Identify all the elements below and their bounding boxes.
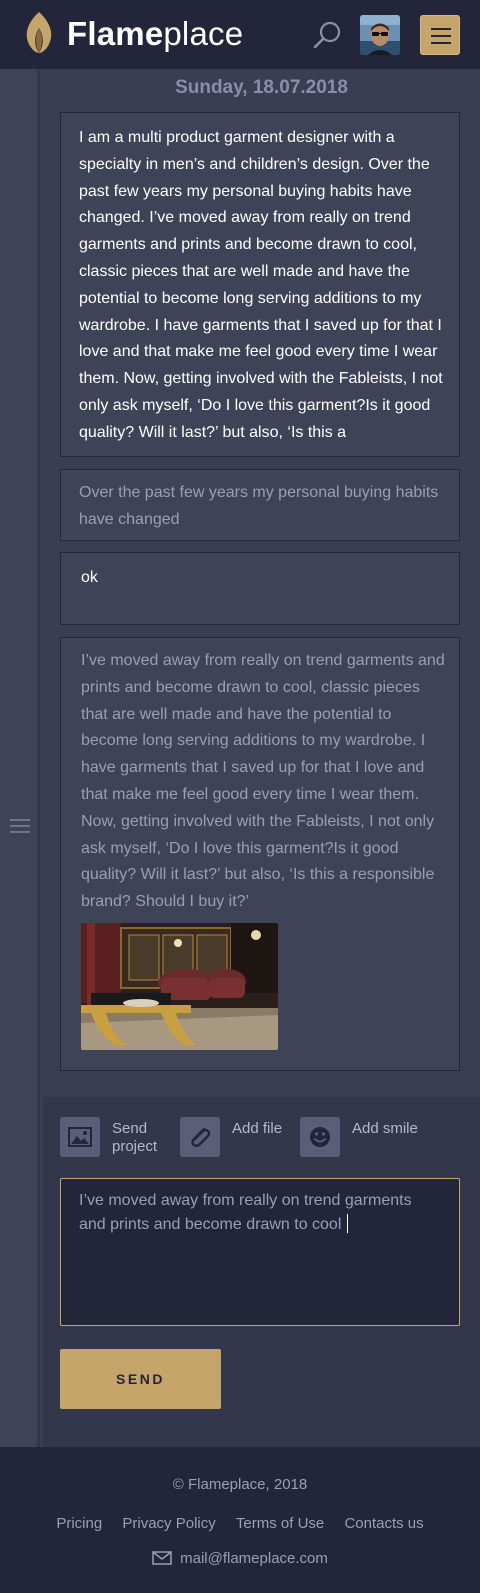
message-text: Over the past few years my personal buyi… xyxy=(79,484,439,528)
copyright-text: © Flameplace, 2018 xyxy=(172,1476,308,1493)
hamburger-icon[interactable] xyxy=(420,15,460,55)
chat-date: Sunday, 18.07.2018 xyxy=(175,77,348,98)
brand-name-light: place xyxy=(163,15,244,52)
avatar-photo xyxy=(360,15,400,55)
message-text: I’ve moved away from really on trend gar… xyxy=(81,652,445,911)
message-bubble: Over the past few years my personal buyi… xyxy=(60,469,460,541)
left-sidebar xyxy=(0,69,40,1447)
smile-icon xyxy=(300,1117,340,1157)
brand-name[interactable]: Flameplace xyxy=(67,14,243,54)
flame-logo-icon xyxy=(26,12,52,53)
add-smile-button[interactable]: Add smile xyxy=(300,1117,418,1159)
message-image[interactable] xyxy=(81,923,278,1050)
message-input-value: I’ve moved away from really on trend gar… xyxy=(79,1192,412,1233)
add-file-button[interactable]: Add file xyxy=(180,1117,295,1159)
message-input[interactable]: I’ve moved away from really on trend gar… xyxy=(60,1178,460,1326)
footer: © Flameplace, 2018 Pricing Privacy Polic… xyxy=(0,1447,480,1593)
footer-link-pricing[interactable]: Pricing xyxy=(56,1515,102,1532)
footer-email[interactable]: mail@flameplace.com xyxy=(0,1550,480,1567)
footer-link-privacy-policy[interactable]: Privacy Policy xyxy=(122,1515,215,1532)
footer-email-text: mail@flameplace.com xyxy=(180,1550,328,1567)
send-button[interactable]: SEND xyxy=(60,1349,221,1409)
avatar[interactable] xyxy=(360,15,400,55)
message-bubble: ok xyxy=(60,552,460,625)
message-bubble: I am a multi product garment designer wi… xyxy=(60,112,460,457)
interior-photo xyxy=(81,923,278,1050)
footer-link-contacts[interactable]: Contacts us xyxy=(344,1515,423,1532)
message-text: I am a multi product garment designer wi… xyxy=(79,129,443,441)
send-project-label: Send project xyxy=(112,1120,158,1155)
add-smile-label: Add smile xyxy=(352,1120,418,1137)
paperclip-icon xyxy=(180,1117,220,1157)
add-file-label: Add file xyxy=(232,1120,283,1137)
chat-thread: Sunday, 18.07.2018 I am a multi product … xyxy=(43,69,480,1097)
header: Flameplace xyxy=(0,0,480,69)
footer-links: Pricing Privacy Policy Terms of Use Cont… xyxy=(0,1515,480,1532)
send-project-button[interactable]: Send project xyxy=(60,1117,175,1159)
message-text: ok xyxy=(81,569,98,586)
message-composer: Send project Add file Add smile I’ve mov… xyxy=(43,1097,480,1447)
message-bubble: I’ve moved away from really on trend gar… xyxy=(60,637,460,1071)
mail-icon xyxy=(152,1551,172,1565)
image-icon xyxy=(60,1117,100,1157)
brand-name-bold: Flame xyxy=(67,15,164,52)
search-icon[interactable] xyxy=(310,17,346,53)
text-caret xyxy=(347,1214,349,1233)
sidebar-toggle-icon[interactable] xyxy=(10,819,30,835)
footer-link-terms-of-use[interactable]: Terms of Use xyxy=(236,1515,324,1532)
